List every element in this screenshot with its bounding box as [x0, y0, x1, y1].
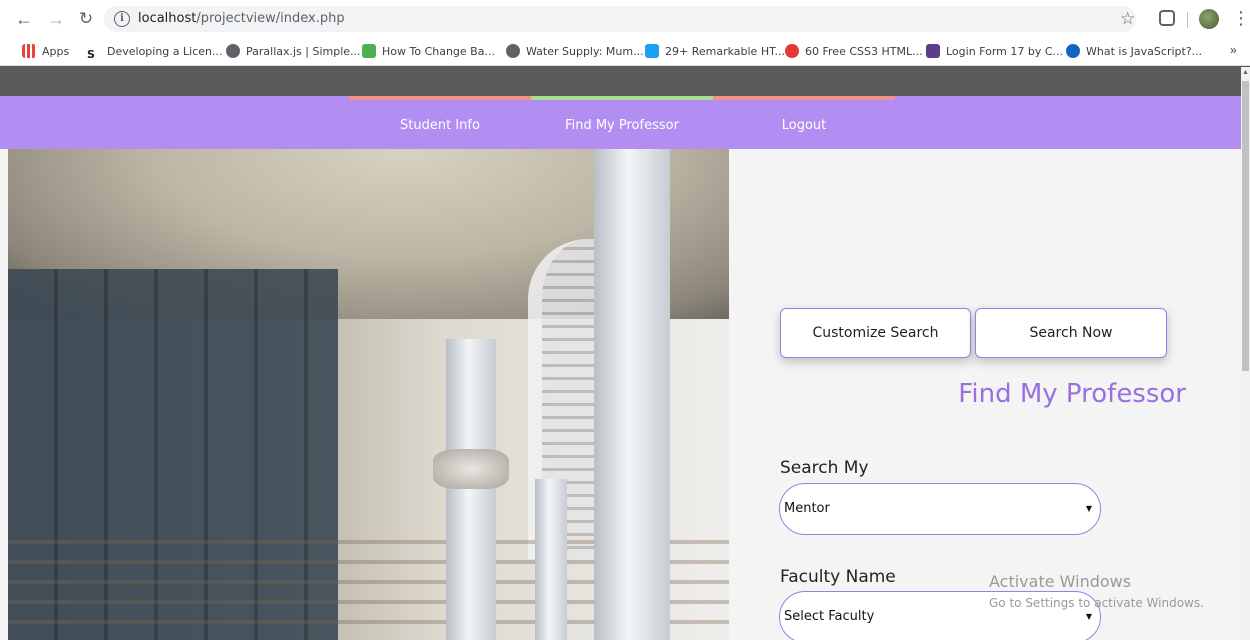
circle-favicon	[785, 44, 799, 58]
search-panel: Customize Search Search Now Find My Prof…	[729, 149, 1241, 640]
nav-accent-bar	[531, 96, 713, 100]
globe-icon	[506, 44, 520, 58]
search-my-label: Search My	[780, 458, 869, 478]
bookmark-item[interactable]: Apps	[22, 43, 69, 61]
activate-windows-watermark: Activate Windows Go to Settings to activ…	[989, 572, 1204, 611]
url-host: localhost	[138, 11, 197, 26]
address-bar[interactable]: i localhost/projectview/index.php	[104, 6, 1136, 32]
extension-icon[interactable]	[1159, 10, 1175, 26]
nav-logout[interactable]: Logout	[713, 96, 895, 149]
bookmark-item[interactable]: What is JavaScript?...	[1066, 43, 1202, 61]
bookmark-label: Parallax.js | Simple...	[246, 45, 361, 58]
bookmark-label: 29+ Remarkable HT...	[665, 45, 786, 58]
search-my-value: Mentor	[784, 501, 830, 516]
bookmark-label: How To Change Ba...	[382, 45, 495, 58]
bookmark-item[interactable]: Login Form 17 by C...	[926, 43, 1063, 61]
scroll-up-arrow-icon[interactable]: ▲	[1242, 69, 1249, 77]
campus-building-image	[8, 149, 729, 640]
page-scrollbar[interactable]: ▲	[1241, 67, 1250, 640]
js-favicon	[1066, 44, 1080, 58]
kebab-menu-icon[interactable]: ⋮	[1232, 8, 1250, 28]
site-navbar: Student Info Find My Professor Logout	[0, 96, 1241, 149]
nav-accent-bar	[713, 96, 895, 100]
page-title: Find My Professor	[958, 379, 1186, 409]
url-path: /projectview/index.php	[196, 11, 345, 26]
page-top-band	[0, 67, 1241, 96]
watermark-title: Activate Windows	[989, 572, 1132, 591]
nav-label: Student Info	[400, 118, 480, 133]
url-text: localhost/projectview/index.php	[138, 11, 345, 26]
nav-find-my-professor[interactable]: Find My Professor	[531, 96, 713, 149]
nav-student-info[interactable]: Student Info	[349, 96, 531, 149]
back-arrow-icon[interactable]: ←	[14, 9, 34, 29]
bookmark-label: Apps	[42, 45, 70, 58]
image-column	[535, 479, 567, 640]
bookmark-item[interactable]: 60 Free CSS3 HTML...	[785, 43, 923, 61]
bookmark-item[interactable]: Parallax.js | Simple...	[226, 43, 361, 61]
bookmark-label: Login Form 17 by C...	[946, 45, 1064, 58]
bookmark-label: What is JavaScript?...	[1086, 45, 1203, 58]
faculty-name-value: Select Faculty	[784, 609, 875, 624]
bookmarks-bar: » Apps S Developing a Licen... Parallax.js …	[0, 38, 1250, 66]
globe-icon	[226, 44, 240, 58]
forward-arrow-icon[interactable]: →	[46, 9, 66, 29]
toolbar-separator	[1187, 12, 1188, 28]
search-now-button[interactable]: Search Now	[975, 308, 1167, 358]
profile-avatar-icon[interactable]	[1199, 9, 1219, 29]
t-favicon	[645, 44, 659, 58]
bookmark-item[interactable]: Water Supply: Mum...	[506, 43, 644, 61]
faculty-name-label: Faculty Name	[780, 567, 896, 587]
nav-label: Logout	[781, 118, 827, 133]
page-viewport: Student Info Find My Professor Logout Cu…	[0, 67, 1241, 640]
browser-toolbar: ← → ↻ i localhost/projectview/index.php …	[0, 0, 1250, 38]
watermark-subtitle: Go to Settings to activate Windows.	[989, 596, 1204, 610]
customize-search-button[interactable]: Customize Search	[780, 308, 971, 358]
nav-label: Find My Professor	[565, 118, 679, 133]
bookmark-label: Water Supply: Mum...	[526, 45, 644, 58]
image-column	[594, 149, 670, 640]
reload-icon[interactable]: ↻	[76, 9, 96, 29]
bookmark-item[interactable]: 29+ Remarkable HT...	[645, 43, 785, 61]
colorlib-favicon	[926, 44, 940, 58]
bookmark-item[interactable]: How To Change Ba...	[362, 43, 495, 61]
info-icon[interactable]: i	[114, 11, 130, 27]
search-my-select[interactable]: Mentor ▼	[779, 483, 1101, 535]
bookmarks-overflow-button[interactable]: »	[1230, 43, 1237, 57]
scrollbar-thumb[interactable]	[1242, 81, 1249, 371]
dropdown-arrow-icon: ▼	[1085, 504, 1092, 513]
bookmark-star-icon[interactable]: ☆	[1120, 9, 1135, 29]
bookmark-label: Developing a Licen...	[107, 45, 223, 58]
s-favicon: S	[87, 48, 95, 61]
w3-favicon	[362, 44, 376, 58]
bookmark-label: 60 Free CSS3 HTML...	[805, 45, 923, 58]
bookmark-item[interactable]: S Developing a Licen...	[87, 43, 223, 61]
image-column-capital	[433, 449, 509, 489]
image-column	[446, 339, 496, 640]
nav-accent-bar	[349, 96, 531, 100]
apps-grid-icon	[22, 44, 36, 58]
